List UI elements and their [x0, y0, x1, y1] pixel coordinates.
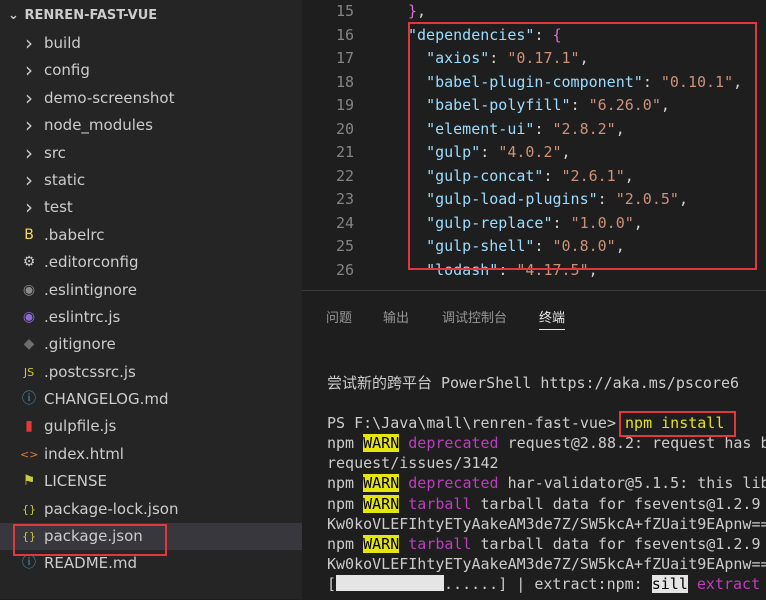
line-number: 16 — [335, 25, 354, 44]
file-tree-label: index.html — [44, 444, 124, 463]
line-number: 23 — [335, 190, 354, 208]
file-tree-label: gulpfile.js — [44, 417, 117, 436]
file-tree-item[interactable]: › build — [0, 30, 302, 57]
chevron-right-icon: › — [25, 167, 33, 192]
terminal-line: npm WARN deprecated har-validator@5.1.5:… — [327, 474, 766, 493]
html-icon: <> — [20, 447, 39, 461]
file-tree-label: node_modules — [44, 116, 153, 135]
terminal-line: 尝试新的跨平台 PowerShell https://aka.ms/pscore… — [327, 374, 740, 392]
js-icon: JS — [23, 365, 35, 379]
json-icon: {} — [22, 502, 36, 516]
license-icon: ⚑ — [22, 473, 36, 490]
file-tree-label: config — [44, 61, 90, 80]
chevron-right-icon: › — [25, 85, 33, 110]
file-tree-item[interactable]: ⓘ CHANGELOG.md — [0, 386, 302, 413]
file-tree-item[interactable]: JS .postcssrc.js — [0, 359, 302, 386]
chevron-right-icon: › — [25, 31, 33, 55]
line-number: 26 — [335, 260, 354, 279]
warn-badge: WARN — [363, 534, 400, 553]
terminal-line: Kw0koVLEFIhtyETyAakeAM3de7Z/SW5kcA+fZUai… — [327, 514, 766, 533]
line-number: 18 — [335, 72, 354, 91]
terminal-line: request/issues/3142 — [327, 454, 499, 473]
file-tree-item[interactable]: ⚑ LICENSE — [0, 468, 302, 495]
gulp-icon: ▮ — [25, 418, 33, 435]
file-tree-label: .gitignore — [44, 335, 116, 354]
tab-debug-console[interactable]: 调试控制台 — [442, 307, 507, 326]
line-number: 22 — [335, 166, 354, 185]
file-tree-item[interactable]: › config — [0, 57, 302, 84]
warn-badge: WARN — [363, 494, 400, 513]
warn-badge: WARN — [363, 474, 400, 493]
file-tree-item[interactable]: › static — [0, 167, 302, 194]
warn-badge: WARN — [363, 434, 400, 453]
file-tree-label: LICENSE — [44, 472, 107, 491]
terminal-output[interactable]: 尝试新的跨平台 PowerShell https://aka.ms/pscore… — [327, 373, 766, 594]
bottom-panel: 问题 输出 调试控制台 终端 尝试新的跨平台 PowerShell https:… — [302, 290, 766, 600]
chevron-down-icon: ⌄ — [8, 8, 19, 23]
line-number: 19 — [335, 96, 354, 114]
file-tree-item[interactable]: ◉ .eslintrc.js — [0, 304, 302, 331]
line-number: 25 — [335, 237, 354, 255]
info-icon: ⓘ — [22, 391, 36, 408]
file-tree-label: demo-screenshot — [44, 88, 175, 107]
babel-icon: B — [24, 226, 34, 243]
tab-output[interactable]: 输出 — [383, 307, 409, 326]
file-tree-label: static — [44, 170, 86, 189]
chevron-right-icon: › — [25, 195, 33, 220]
file-tree-label: test — [44, 198, 73, 217]
tab-problems[interactable]: 问题 — [326, 307, 352, 326]
explorer-sidebar: ⌄ RENREN-FAST-VUE › build › config › demo-scr… — [0, 0, 302, 599]
file-tree-item[interactable]: › src — [0, 140, 302, 167]
npm-install-highlight — [619, 411, 736, 437]
file-tree-label: .eslintrc.js — [44, 307, 121, 326]
tab-terminal[interactable]: 终端 — [539, 307, 566, 330]
file-tree-item[interactable]: › test — [0, 194, 302, 221]
terminal-line: Kw0koVLEFIhtyETyAakeAM3de7Z/SW5kcA+fZUai… — [327, 554, 766, 573]
chevron-right-icon: › — [25, 113, 33, 138]
eslint-icon: ◉ — [22, 281, 36, 298]
terminal-line: npm WARN tarball tarball data for fseven… — [327, 534, 761, 553]
progress-bar — [336, 574, 445, 591]
line-number: 21 — [335, 143, 354, 161]
line-number: 24 — [335, 213, 354, 232]
file-tree-item[interactable]: ◆ .gitignore — [0, 331, 302, 358]
line-number: 15 — [335, 2, 354, 20]
line-number: 20 — [335, 119, 354, 138]
file-tree-label: .babelrc — [44, 225, 105, 244]
file-tree-label: CHANGELOG.md — [44, 390, 169, 409]
file-tree-item[interactable]: ⚙ .editorconfig — [0, 249, 302, 276]
code-text: }, — [408, 2, 427, 20]
file-tree-item[interactable]: › demo-screenshot — [0, 85, 302, 112]
package-json-highlight — [13, 524, 167, 556]
chevron-right-icon: › — [25, 58, 33, 83]
project-title[interactable]: ⌄ RENREN-FAST-VUE — [8, 8, 157, 23]
gear-icon: ⚙ — [22, 254, 36, 271]
dependencies-highlight — [408, 22, 757, 270]
line-number: 17 — [335, 49, 354, 67]
file-tree-label: .postcssrc.js — [44, 362, 136, 381]
terminal-progress-line: [......] | extract:npm: sill extract — [327, 574, 761, 593]
file-tree: › build › config › demo-screenshot › node_modul… — [0, 30, 302, 578]
file-tree-label: build — [44, 34, 81, 52]
terminal-line: npm WARN tarball tarball data for fseven… — [327, 494, 761, 513]
file-tree-item[interactable]: B .babelrc — [0, 222, 302, 249]
file-tree-label: .eslintignore — [44, 280, 137, 299]
file-tree-item[interactable]: ◉ .eslintignore — [0, 277, 302, 304]
file-tree-item[interactable]: › node_modules — [0, 112, 302, 139]
file-tree-item[interactable]: {} package-lock.json — [0, 496, 302, 523]
chevron-right-icon: › — [25, 140, 33, 165]
file-tree-item[interactable]: <> index.html — [0, 441, 302, 468]
file-tree-label: src — [44, 143, 66, 162]
eslint-icon: ◉ — [22, 308, 36, 325]
file-tree-item[interactable]: ▮ gulpfile.js — [0, 413, 302, 440]
git-icon: ◆ — [23, 336, 35, 353]
file-tree-label: package-lock.json — [44, 499, 179, 518]
file-tree-label: .editorconfig — [44, 253, 139, 272]
